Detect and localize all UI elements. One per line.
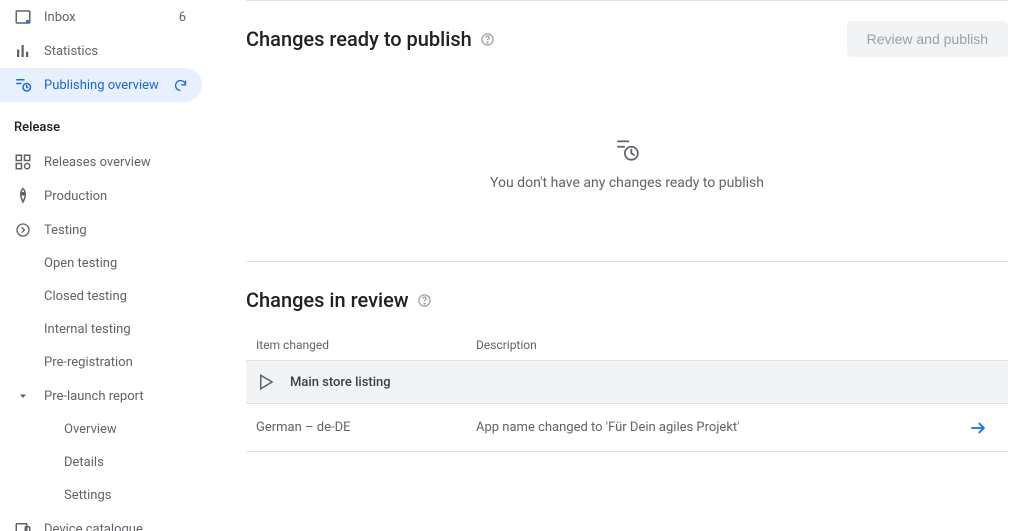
- table-group-row[interactable]: Main store listing: [246, 360, 1008, 404]
- empty-state-ready: You don't have any changes ready to publ…: [246, 77, 1008, 261]
- help-icon[interactable]: [417, 292, 433, 308]
- sidebar-item-prelaunch-settings[interactable]: Settings: [0, 479, 210, 512]
- divider: [246, 0, 1008, 1]
- sidebar-item-label: Details: [64, 455, 104, 470]
- rocket-icon: [14, 187, 32, 205]
- cell-item: German – de-DE: [256, 420, 476, 435]
- sidebar-item-releases-overview[interactable]: Releases overview: [0, 145, 210, 179]
- empty-state-text: You don't have any changes ready to publ…: [246, 175, 1008, 191]
- review-and-publish-button: Review and publish: [847, 21, 1008, 57]
- sidebar-item-pre-registration[interactable]: Pre-registration: [0, 346, 210, 379]
- chevron-right-icon: [14, 221, 32, 239]
- changes-table: Item changed Description Main store list…: [246, 330, 1008, 452]
- sidebar-item-label: Statistics: [44, 44, 98, 59]
- sidebar-item-label: Settings: [64, 488, 111, 503]
- sidebar-item-label: Production: [44, 189, 107, 204]
- sidebar-item-label: Releases overview: [44, 155, 151, 170]
- sidebar-item-prelaunch-details[interactable]: Details: [0, 446, 210, 479]
- sidebar-item-prelaunch-report[interactable]: Pre-launch report: [0, 379, 210, 413]
- sidebar-item-label: Closed testing: [44, 289, 127, 304]
- col-description: Description: [476, 338, 958, 352]
- dashboard-icon: [14, 153, 32, 171]
- sidebar-item-open-testing[interactable]: Open testing: [0, 247, 210, 280]
- pending-changes-icon: [614, 137, 640, 163]
- sidebar-item-inbox[interactable]: Inbox 6: [0, 0, 210, 34]
- section-review-title: Changes in review: [246, 288, 1008, 312]
- devices-icon: [14, 520, 32, 531]
- sidebar-item-statistics[interactable]: Statistics: [0, 34, 210, 68]
- sidebar-item-internal-testing[interactable]: Internal testing: [0, 313, 210, 346]
- cell-description: App name changed to 'Für Dein agiles Pro…: [476, 420, 958, 435]
- sidebar-item-publishing-overview[interactable]: Publishing overview: [0, 68, 202, 102]
- inbox-icon: [14, 8, 32, 26]
- section-review-title-text: Changes in review: [246, 288, 409, 312]
- sidebar-item-label: Open testing: [44, 256, 117, 271]
- refresh-icon[interactable]: [172, 77, 188, 93]
- sidebar-item-prelaunch-overview[interactable]: Overview: [0, 413, 210, 446]
- sidebar-item-device-catalogue[interactable]: Device catalogue: [0, 512, 210, 531]
- sidebar-item-label: Publishing overview: [44, 78, 159, 93]
- sidebar-item-label: Testing: [44, 223, 87, 238]
- inbox-badge: 6: [179, 10, 196, 25]
- main-content: Changes ready to publish Review and publ…: [210, 0, 1024, 531]
- sidebar-item-label: Overview: [64, 422, 117, 437]
- table-row[interactable]: German – de-DE App name changed to 'Für …: [246, 404, 1008, 452]
- sidebar-item-label: Pre-launch report: [44, 389, 144, 404]
- sidebar-item-production[interactable]: Production: [0, 179, 210, 213]
- sidebar-item-label: Device catalogue: [44, 522, 143, 531]
- caret-down-icon: [14, 387, 32, 405]
- play-store-icon: [256, 372, 276, 392]
- sidebar-item-testing[interactable]: Testing: [0, 213, 210, 247]
- sidebar-item-label: Pre-registration: [44, 355, 133, 370]
- publish-list-icon: [14, 76, 32, 94]
- sidebar-section-release: Release: [0, 102, 210, 145]
- section-review: Changes in review Item changed Descripti…: [246, 261, 1008, 452]
- sidebar-item-closed-testing[interactable]: Closed testing: [0, 280, 210, 313]
- section-ready-title-text: Changes ready to publish: [246, 27, 472, 51]
- col-item-changed: Item changed: [256, 338, 476, 352]
- help-icon[interactable]: [480, 31, 496, 47]
- sidebar-item-label: Inbox: [44, 10, 76, 25]
- group-label: Main store listing: [290, 375, 391, 390]
- section-ready-title: Changes ready to publish: [246, 27, 496, 51]
- arrow-right-icon[interactable]: [958, 418, 998, 438]
- table-header: Item changed Description: [246, 330, 1008, 360]
- bar-chart-icon: [14, 42, 32, 60]
- sidebar: Inbox 6 Statistics Publishing overview R…: [0, 0, 210, 531]
- sidebar-item-label: Internal testing: [44, 322, 131, 337]
- section-ready-header: Changes ready to publish Review and publ…: [246, 21, 1008, 57]
- divider: [246, 261, 1008, 262]
